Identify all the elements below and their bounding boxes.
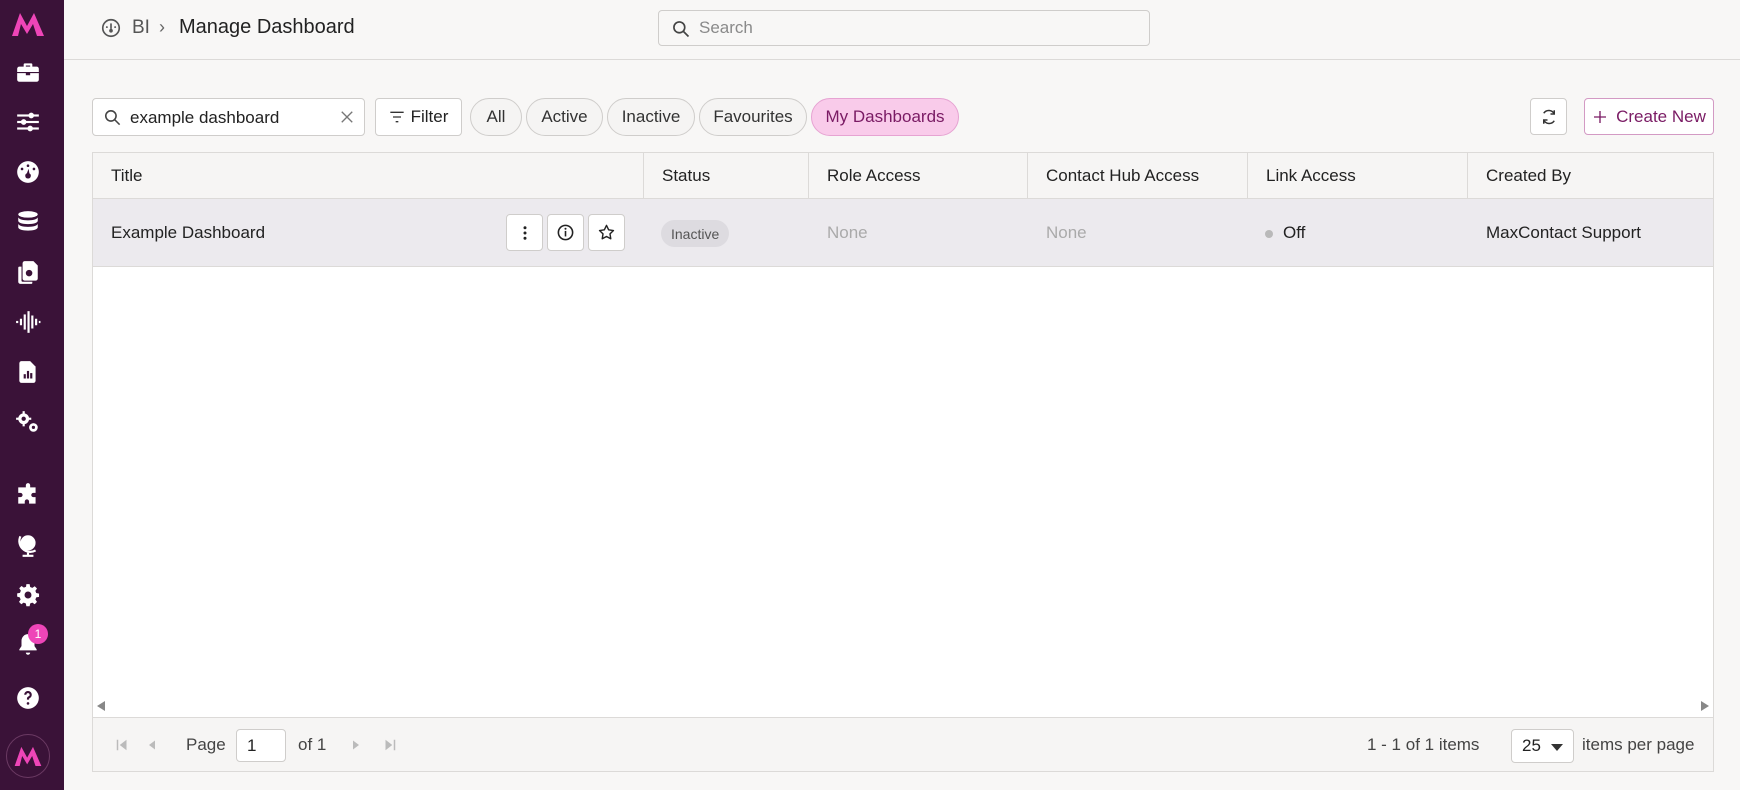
page-size-value: 25 — [1522, 736, 1541, 755]
page-total-label: of 1 — [298, 735, 327, 754]
top-header: BI › Manage Dashboard — [64, 0, 1740, 60]
globe-icon[interactable] — [13, 530, 43, 560]
documents-icon[interactable] — [13, 257, 43, 287]
breadcrumb-separator: › — [159, 17, 165, 37]
grid-header: Title Status Role Access Contact Hub Acc… — [93, 153, 1713, 199]
chip-favourites[interactable]: Favourites — [699, 98, 807, 136]
row-link-access: Off — [1283, 223, 1306, 242]
notification-badge: 1 — [28, 624, 48, 644]
star-icon — [598, 224, 615, 240]
chevron-down-icon — [1551, 744, 1563, 751]
dashboards-grid: Title Status Role Access Contact Hub Acc… — [92, 152, 1714, 772]
table-row[interactable]: Example Dashboard Inactive None None Off… — [93, 199, 1713, 267]
page-label: Page — [186, 735, 226, 754]
search-icon — [673, 21, 690, 38]
scroll-right-arrow[interactable] — [1701, 701, 1709, 711]
chip-active[interactable]: Active — [526, 98, 603, 136]
bi-gauge-icon — [100, 17, 122, 39]
chip-inactive[interactable]: Inactive — [607, 98, 695, 136]
items-summary: 1 - 1 of 1 items — [1367, 735, 1480, 754]
page-size-select[interactable]: 25 — [1511, 729, 1574, 763]
row-info-button[interactable] — [547, 214, 584, 251]
page-title: Manage Dashboard — [179, 16, 355, 38]
first-page-icon[interactable] — [113, 736, 131, 754]
database-icon[interactable] — [13, 207, 43, 237]
dashboard-gauge-icon[interactable] — [13, 157, 43, 187]
row-favourite-button[interactable] — [588, 214, 625, 251]
avatar[interactable] — [6, 734, 50, 778]
more-vertical-icon — [523, 225, 526, 240]
global-search[interactable] — [658, 10, 1150, 46]
audio-wave-icon[interactable] — [13, 307, 43, 337]
chip-all[interactable]: All — [470, 98, 522, 136]
row-title[interactable]: Example Dashboard — [93, 199, 265, 267]
create-new-button[interactable]: Create New — [1584, 98, 1714, 135]
puzzle-icon[interactable] — [13, 480, 43, 510]
column-header-created-by[interactable]: Created By — [1468, 153, 1713, 199]
column-header-link-access[interactable]: Link Access — [1248, 153, 1468, 199]
scroll-left-arrow[interactable] — [97, 701, 105, 711]
chip-my-dashboards[interactable]: My Dashboards — [811, 98, 959, 136]
global-search-input[interactable] — [699, 11, 1139, 45]
toolbox-icon[interactable] — [13, 57, 43, 87]
settings-icon[interactable] — [13, 580, 43, 610]
column-header-status[interactable]: Status — [644, 153, 809, 199]
refresh-button[interactable] — [1530, 98, 1567, 135]
help-icon[interactable] — [13, 683, 43, 713]
sliders-icon[interactable] — [13, 107, 43, 137]
column-header-title[interactable]: Title — [93, 153, 644, 199]
previous-page-icon[interactable] — [143, 736, 161, 754]
plus-icon — [1594, 110, 1607, 123]
row-menu-button[interactable] — [506, 214, 543, 251]
filter-button[interactable]: Filter — [375, 98, 462, 136]
breadcrumb-root[interactable]: BI — [132, 17, 150, 39]
last-page-icon[interactable] — [381, 736, 399, 754]
gears-icon[interactable] — [13, 407, 43, 437]
clear-search-icon[interactable] — [338, 108, 356, 126]
filter-icon — [389, 111, 404, 123]
maxcontact-logo[interactable] — [10, 10, 46, 38]
column-header-role-access[interactable]: Role Access — [809, 153, 1028, 199]
row-created-by: MaxContact Support — [1486, 223, 1641, 242]
info-icon — [557, 224, 574, 241]
dashboard-search-value[interactable]: example dashboard — [130, 108, 279, 128]
dashboard-search-field[interactable]: example dashboard — [92, 98, 365, 136]
pager: Page 1 of 1 1 - 1 of 1 items 25 items pe… — [93, 717, 1713, 771]
page-number-input[interactable]: 1 — [236, 729, 286, 762]
report-chart-icon[interactable] — [13, 357, 43, 387]
row-contact-hub-access: None — [1046, 223, 1087, 242]
filter-label: Filter — [410, 107, 449, 126]
sidebar: 1 — [0, 0, 64, 790]
column-header-contact-hub-access[interactable]: Contact Hub Access — [1028, 153, 1248, 199]
create-new-label: Create New — [1616, 106, 1706, 126]
search-icon — [104, 109, 121, 126]
next-page-icon[interactable] — [347, 736, 365, 754]
row-role-access: None — [827, 223, 868, 242]
status-badge: Inactive — [661, 220, 730, 247]
refresh-icon — [1542, 109, 1555, 124]
items-per-page-label: items per page — [1582, 735, 1695, 754]
